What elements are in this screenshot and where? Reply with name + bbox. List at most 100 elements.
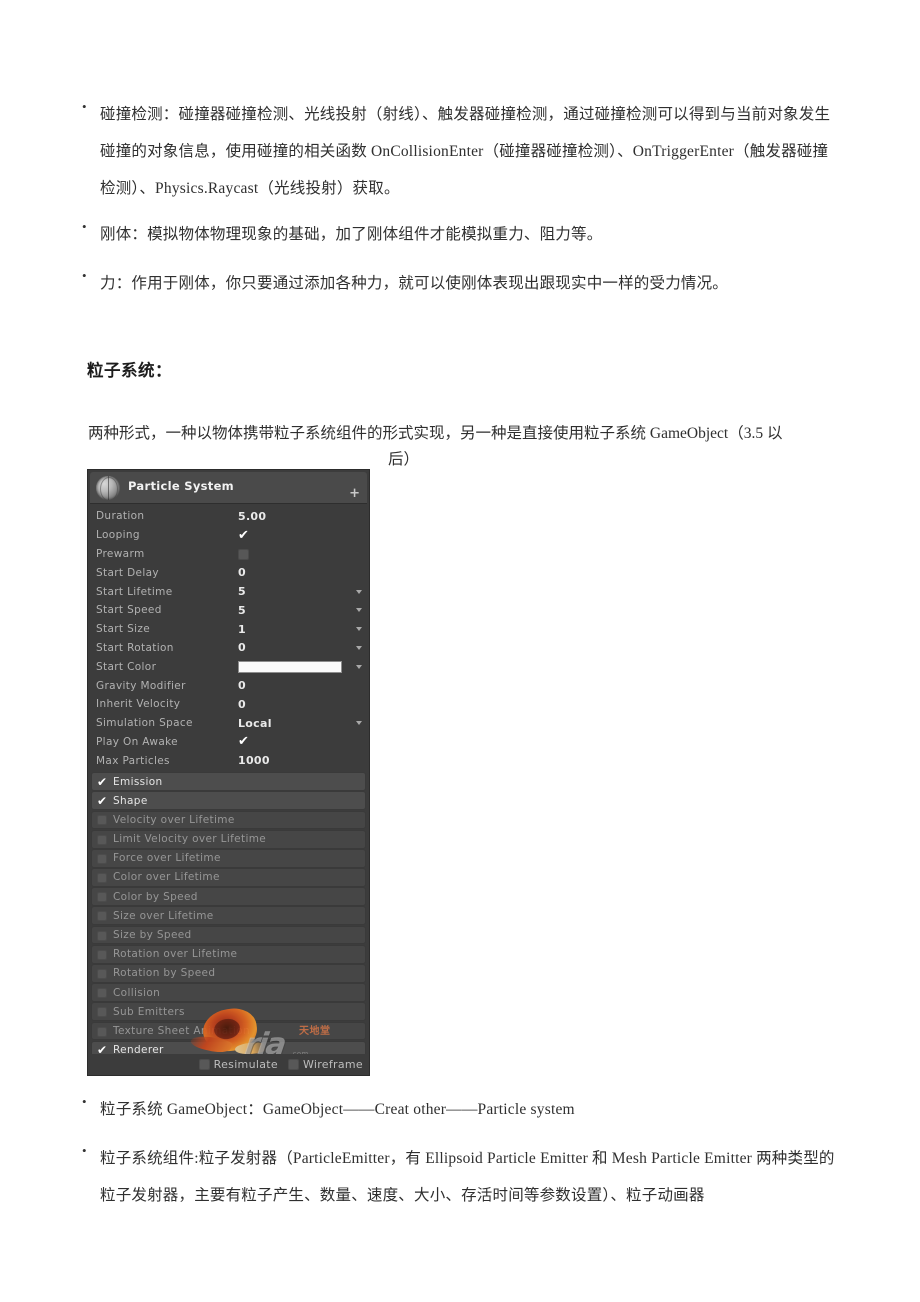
resimulate-toggle[interactable]: Resimulate	[198, 1058, 278, 1071]
property-row-inherit-velocity[interactable]: Inherit Velocity 0	[88, 695, 369, 714]
list-item: • 力：作用于刚体，你只要通过添加各种力，就可以使刚体表现出跟现实中一样的受力情…	[80, 265, 840, 302]
module-list: ✔ Emission ✔ Shape Velocity over Lifetim…	[91, 772, 366, 1060]
checkbox-unchecked-icon[interactable]	[97, 926, 113, 945]
particle-system-inspector[interactable]: Particle System + Duration 5.00 Looping …	[87, 469, 370, 1076]
module-row[interactable]: Size over Lifetime	[91, 906, 366, 926]
module-row[interactable]: ✔ Emission	[91, 772, 366, 791]
property-row-simulation-space[interactable]: Simulation Space Local	[88, 714, 369, 733]
chevron-down-icon[interactable]	[356, 589, 362, 594]
property-label: Looping	[96, 529, 140, 542]
module-row[interactable]: Rotation by Speed	[91, 964, 366, 983]
property-value[interactable]: 1000	[238, 754, 369, 767]
module-row[interactable]: Force over Lifetime	[91, 848, 366, 868]
module-label: Velocity over Lifetime	[113, 813, 235, 826]
inspector-footer: Resimulate Wireframe	[88, 1054, 369, 1075]
property-row-start-rotation[interactable]: Start Rotation 0	[88, 639, 369, 658]
module-label: Size over Lifetime	[113, 909, 214, 922]
checkbox-unchecked-icon[interactable]	[97, 1002, 113, 1021]
module-label: Texture Sheet Animation	[113, 1024, 251, 1037]
checkbox-unchecked-icon[interactable]	[97, 810, 113, 829]
paragraph-line-1: 两种形式，一种以物体携带粒子系统组件的形式实现，另一种是直接使用粒子系统 Gam…	[88, 425, 783, 442]
checkbox-unchecked-icon[interactable]	[97, 964, 113, 983]
property-value[interactable]: 0	[238, 698, 369, 711]
checkbox-unchecked-icon[interactable]	[97, 906, 113, 925]
section-heading: 粒子系统：	[87, 362, 172, 380]
add-module-icon[interactable]: +	[349, 487, 360, 500]
inspector-header[interactable]: Particle System +	[90, 472, 367, 504]
module-row[interactable]: ✔ Shape	[91, 791, 366, 811]
module-row[interactable]: Limit Velocity over Lifetime	[91, 829, 366, 849]
property-value[interactable]: 0	[238, 641, 369, 654]
property-row-looping[interactable]: Looping ✔	[88, 526, 369, 545]
property-value[interactable]: 1	[238, 623, 369, 636]
property-row-start-size[interactable]: Start Size 1	[88, 620, 369, 639]
property-value[interactable]: 0	[238, 566, 369, 579]
checkbox-unchecked-icon[interactable]	[97, 887, 113, 906]
list-item-text: 力：作用于刚体，你只要通过添加各种力，就可以使刚体表现出跟现实中一样的受力情况。	[100, 275, 729, 292]
color-swatch[interactable]	[238, 661, 342, 674]
checkbox-unchecked-icon[interactable]	[97, 868, 113, 887]
bullet-marker: •	[82, 219, 87, 234]
bullet-marker: •	[82, 1094, 87, 1109]
property-value[interactable]: Local	[238, 717, 369, 730]
chevron-down-icon[interactable]	[356, 645, 362, 650]
list-item: • 粒子系统组件:粒子发射器（ParticleEmitter，有 Ellipso…	[80, 1140, 840, 1214]
paragraph-line-2: 后）	[388, 451, 420, 468]
property-label: Play On Awake	[96, 735, 178, 748]
property-row-gravity-modifier[interactable]: Gravity Modifier 0	[88, 676, 369, 695]
chevron-down-icon[interactable]	[356, 721, 362, 726]
property-row-start-delay[interactable]: Start Delay 0	[88, 563, 369, 582]
module-row[interactable]: Color over Lifetime	[91, 868, 366, 887]
property-row-prewarm[interactable]: Prewarm	[88, 545, 369, 564]
list-item: • 碰撞检测：碰撞器碰撞检测、光线投射（射线）、触发器碰撞检测，通过碰撞检测可以…	[80, 96, 840, 207]
property-row-start-color[interactable]: Start Color	[88, 657, 369, 676]
module-row[interactable]: Color by Speed	[91, 887, 366, 907]
module-row[interactable]: Sub Emitters	[91, 1002, 366, 1022]
checkbox-unchecked-icon[interactable]	[287, 1059, 299, 1070]
property-row-play-on-awake[interactable]: Play On Awake ✔	[88, 733, 369, 752]
document-page: • 碰撞检测：碰撞器碰撞检测、光线投射（射线）、触发器碰撞检测，通过碰撞检测可以…	[0, 0, 920, 1302]
property-value[interactable]: 5	[238, 585, 369, 598]
property-row-start-lifetime[interactable]: Start Lifetime 5	[88, 582, 369, 601]
checkbox-unchecked-icon[interactable]	[97, 983, 113, 1002]
checkbox-unchecked-icon[interactable]	[97, 1022, 113, 1041]
module-label: Color by Speed	[113, 890, 198, 903]
property-label: Start Speed	[96, 604, 162, 617]
property-value[interactable]: 0	[238, 679, 369, 692]
checkmark-icon[interactable]: ✔	[238, 735, 251, 748]
module-row[interactable]: Size by Speed	[91, 925, 366, 945]
property-label: Prewarm	[96, 547, 145, 560]
checkmark-icon[interactable]: ✔	[97, 776, 113, 788]
property-row-max-particles[interactable]: Max Particles 1000	[88, 751, 369, 770]
property-row-start-speed[interactable]: Start Speed 5	[88, 601, 369, 620]
list-item: • 刚体：模拟物体物理现象的基础，加了刚体组件才能模拟重力、阻力等。	[80, 216, 840, 253]
module-label: Emission	[113, 775, 163, 788]
inspector-title: Particle System	[128, 479, 234, 493]
property-value[interactable]: 5.00	[238, 510, 369, 523]
list-item: • 粒子系统 GameObject：GameObject——Creat othe…	[80, 1091, 840, 1128]
bullet-marker: •	[82, 1143, 87, 1158]
checkbox-unchecked-icon[interactable]	[97, 849, 113, 868]
property-label: Max Particles	[96, 754, 170, 767]
chevron-down-icon[interactable]	[356, 608, 362, 613]
checkmark-icon[interactable]: ✔	[238, 529, 251, 542]
checkbox-unchecked-icon[interactable]	[97, 945, 113, 964]
checkbox-unchecked-icon[interactable]	[198, 1059, 210, 1070]
property-label: Gravity Modifier	[96, 679, 186, 692]
checkmark-icon[interactable]: ✔	[97, 795, 113, 807]
wireframe-label: Wireframe	[302, 1058, 363, 1071]
wireframe-toggle[interactable]: Wireframe	[287, 1058, 363, 1071]
module-row[interactable]: Rotation over Lifetime	[91, 944, 366, 964]
bullet-marker: •	[82, 268, 87, 283]
property-value[interactable]: 5	[238, 604, 369, 617]
module-row[interactable]: Texture Sheet Animation	[91, 1021, 366, 1041]
chevron-down-icon[interactable]	[356, 664, 362, 669]
property-row-duration[interactable]: Duration 5.00	[88, 507, 369, 526]
property-label: Start Rotation	[96, 641, 174, 654]
chevron-down-icon[interactable]	[356, 627, 362, 632]
checkbox-unchecked-icon[interactable]	[97, 830, 113, 849]
module-row[interactable]: Collision	[91, 983, 366, 1003]
checkbox-unchecked-icon[interactable]	[238, 548, 249, 560]
property-label: Start Size	[96, 623, 151, 636]
module-row[interactable]: Velocity over Lifetime	[91, 810, 366, 830]
